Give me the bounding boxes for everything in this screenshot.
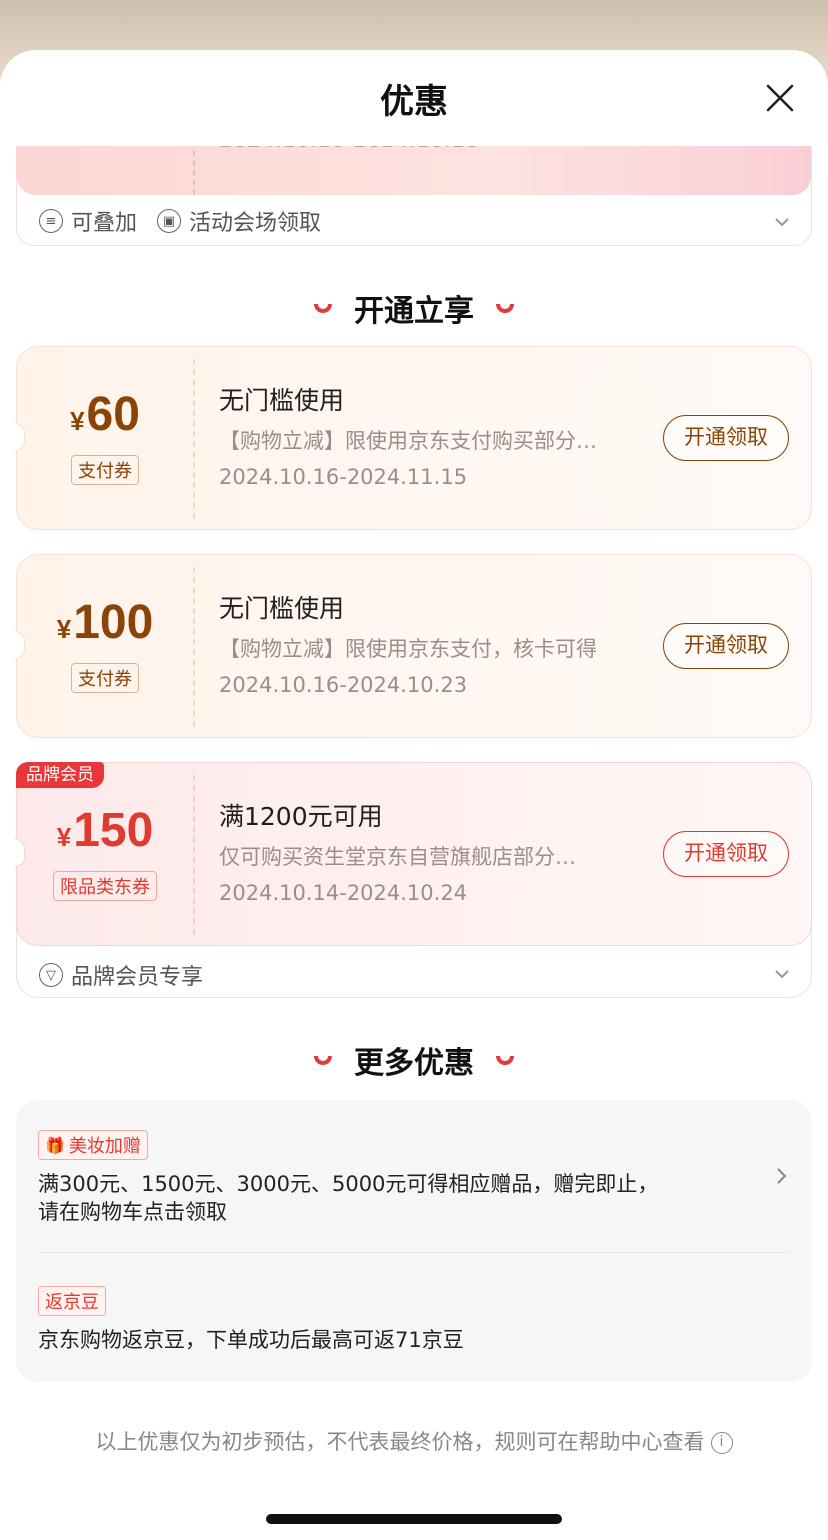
info-icon[interactable]: i xyxy=(710,1432,733,1454)
ticket-icon: ▣ xyxy=(157,209,182,233)
coupon-card: 品牌会员 ¥150 限品类东券 满1200元可用 仅可购买资生堂京东自营旗舰店部… xyxy=(15,762,812,946)
coupon-desc: 【购物立减】限使用京东支付购买部分… xyxy=(219,429,597,453)
more-deals-box: 🎁 美妆加赠 满300元、1500元、3000元、5000元可得相应赠品，赠完即止… xyxy=(16,1100,812,1382)
activate-claim-button[interactable]: 开通领取 xyxy=(663,831,789,877)
coupon-type-tag: 限品类东券 xyxy=(53,871,157,901)
coupon-name: 无门槛使用 xyxy=(219,594,345,623)
coupon-type-tag: 支付券 xyxy=(71,663,139,693)
top-coupon-tags: ≡ 可叠加 ▣ 活动会场领取 xyxy=(39,205,321,237)
close-icon[interactable] xyxy=(762,80,798,116)
coupon-name: 满1200元可用 xyxy=(219,802,383,831)
tag-venue: 活动会场领取 xyxy=(189,211,322,236)
activate-claim-button[interactable]: 开通领取 xyxy=(663,415,789,461)
footer-note: 以上优惠仅为初步预估，不代表最终价格，规则可在帮助中心查看 i xyxy=(0,1426,828,1456)
deal-text: 京东购物返京豆，下单成功后最高可返71京豆 xyxy=(38,1328,464,1352)
coupon-name: 无门槛使用 xyxy=(219,386,345,415)
top-coupon-card: 2024.10.16-2024.10.18 ≡ 可叠加 ▣ 活动会场领取 xyxy=(16,130,812,246)
stack-icon: ≡ xyxy=(39,209,63,233)
activate-claim-button[interactable]: 开通领取 xyxy=(663,623,789,669)
more-deal-item[interactable]: 🎁 美妆加赠 满300元、1500元、3000元、5000元可得相应赠品，赠完即止… xyxy=(38,1130,778,1226)
coupon-desc: 仅可购买资生堂京东自营旗舰店部分… xyxy=(219,845,576,869)
coupon-date: 2024.10.16-2024.10.23 xyxy=(219,673,468,697)
chevron-right-icon[interactable] xyxy=(774,1166,790,1186)
page-title: 优惠 xyxy=(380,82,448,122)
section-title-member: 开通立享 xyxy=(0,286,828,330)
brand-member-tag: 品牌会员专享 xyxy=(71,965,204,990)
coupon-date: 2024.10.16-2024.11.15 xyxy=(219,465,468,489)
coupon-card: ¥60 支付券 无门槛使用 【购物立减】限使用京东支付购买部分… 2024.10… xyxy=(15,346,812,530)
tag-stackable: 可叠加 xyxy=(71,211,138,236)
gift-icon: 🎁 xyxy=(45,1135,65,1155)
brand-member-icon: ▽ xyxy=(39,963,63,987)
deal-tag-jd-beans: 返京豆 xyxy=(38,1286,106,1316)
chevron-down-icon[interactable] xyxy=(773,213,791,231)
home-indicator xyxy=(266,1514,562,1524)
smile-right-icon xyxy=(496,1056,514,1065)
deal-tag-beauty-gift: 🎁 美妆加赠 xyxy=(38,1130,148,1160)
coupon-type-tag: 支付券 xyxy=(71,455,139,485)
coupon-sheet: 2024.10.16-2024.10.18 ≡ 可叠加 ▣ 活动会场领取 优惠 … xyxy=(0,50,828,1540)
smile-left-icon xyxy=(314,304,332,313)
smile-left-icon xyxy=(314,1056,332,1065)
smile-right-icon xyxy=(496,304,514,313)
more-deal-item: 返京豆 京东购物返京豆，下单成功后最高可返71京豆 xyxy=(38,1286,778,1354)
brand-tag-row: ▽ 品牌会员专享 xyxy=(39,959,203,991)
chevron-down-icon[interactable] xyxy=(773,965,791,983)
sheet-header: 优惠 xyxy=(0,50,828,146)
section-title-more: 更多优惠 xyxy=(0,1038,828,1082)
coupon-date: 2024.10.14-2024.10.24 xyxy=(219,881,468,905)
coupon-desc: 【购物立减】限使用京东支付，核卡可得 xyxy=(219,637,597,661)
deal-text: 满300元、1500元、3000元、5000元可得相应赠品，赠完即止，请在购物车… xyxy=(38,1172,659,1224)
coupon-card: ¥100 支付券 无门槛使用 【购物立减】限使用京东支付，核卡可得 2024.1… xyxy=(15,554,812,738)
